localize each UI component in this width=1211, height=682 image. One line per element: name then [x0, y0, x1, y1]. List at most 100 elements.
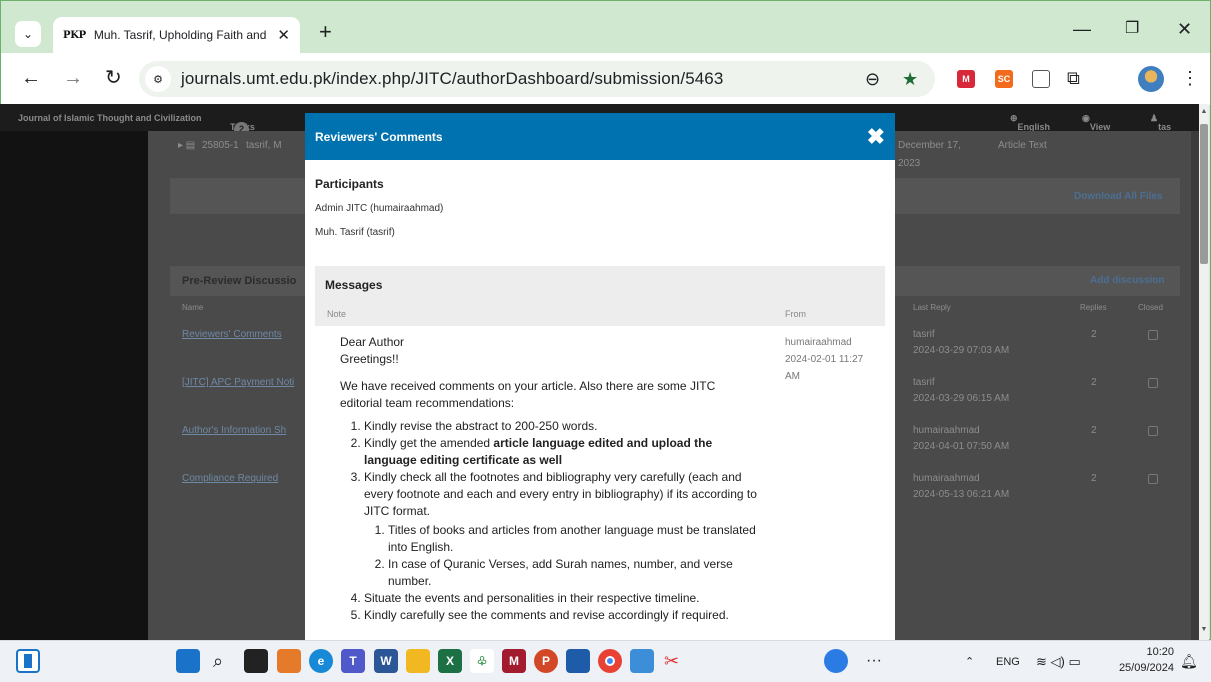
discussion-replies: 2: [1091, 473, 1097, 484]
file-row-icon[interactable]: ▸ ▤: [178, 140, 195, 151]
mendeley-icon[interactable]: M: [502, 649, 526, 673]
browser-tab[interactable]: PKP Muh. Tasrif, Upholding Faith and Rel…: [53, 17, 300, 53]
photos-icon[interactable]: [566, 649, 590, 673]
windows-taskbar: ⌕ e T W X ♧ M P ✂ ··· ⌃ ENG ≋ ◁) ▭ 10:20…: [0, 640, 1211, 682]
close-window-icon[interactable]: ✕: [1177, 19, 1192, 39]
discussion-last-user: tasrif: [913, 329, 935, 340]
file-explorer-icon[interactable]: [406, 649, 430, 673]
snipping-tool-icon[interactable]: ✂: [664, 650, 679, 672]
discussion-closed-checkbox[interactable]: [1148, 474, 1158, 484]
reviewers-comments-modal: Reviewers' Comments ✖ Participants Admin…: [305, 113, 895, 640]
recommendation-item: Kindly revise the abstract to 200-250 wo…: [364, 418, 760, 435]
sidebar: [0, 131, 148, 640]
site-info-icon[interactable]: ⚙: [145, 66, 171, 92]
discussion-link[interactable]: [JITC] APC Payment Noti: [182, 377, 294, 388]
file-date: December 17,: [898, 140, 961, 151]
widgets-icon[interactable]: [16, 649, 40, 673]
profile-avatar[interactable]: [1138, 66, 1164, 92]
download-all-files-link[interactable]: Download All Files: [1074, 191, 1163, 202]
close-icon[interactable]: ✖: [867, 125, 885, 148]
messages-section: Messages Note From Dear Author Greetings…: [315, 266, 885, 640]
zoom-icon[interactable]: ⊖: [865, 69, 880, 90]
discussion-last-user: humairaahmad: [913, 473, 980, 484]
input-language[interactable]: ENG: [996, 656, 1020, 668]
file-year: 2023: [898, 158, 921, 169]
clock-date[interactable]: 25/09/2024: [1112, 662, 1174, 674]
extensions-icon[interactable]: ⧉: [1067, 67, 1080, 89]
language-menu[interactable]: ⊕ English: [1010, 113, 1050, 132]
journal-name[interactable]: Journal of Islamic Thought and Civilizat…: [18, 113, 202, 123]
wifi-volume-battery-icon[interactable]: ≋ ◁) ▭: [1036, 654, 1081, 670]
discussion-link[interactable]: Author's Information Sh: [182, 425, 286, 436]
recommendation-item: Kindly get the amended article language …: [364, 435, 760, 469]
app-icon[interactable]: ♧: [470, 649, 494, 673]
participant-item: Muh. Tasrif (tasrif): [315, 227, 395, 238]
recommendation-item: Kindly check all the footnotes and bibli…: [364, 469, 760, 590]
col-last-reply: Last Reply: [913, 303, 951, 312]
copilot-icon[interactable]: [277, 649, 301, 673]
tab-title: Muh. Tasrif, Upholding Faith and Relig: [93, 28, 270, 42]
page-scrollbar[interactable]: ▲ ▼: [1199, 104, 1209, 640]
discussion-last-user: tasrif: [913, 377, 935, 388]
word-icon[interactable]: W: [374, 649, 398, 673]
search-icon[interactable]: ⌕: [213, 650, 223, 672]
back-icon[interactable]: ←: [21, 67, 41, 89]
scroll-down-icon[interactable]: ▼: [1199, 626, 1209, 633]
recommendation-item: Situate the events and personalities in …: [364, 590, 760, 607]
participant-item: Admin JITC (humairaahmad): [315, 203, 444, 214]
messages-header: Messages Note From: [315, 266, 885, 326]
task-view-icon[interactable]: [244, 649, 268, 673]
powerpoint-icon[interactable]: P: [534, 649, 558, 673]
discussion-replies: 2: [1091, 377, 1097, 388]
modal-header: Reviewers' Comments ✖: [305, 113, 895, 160]
discussion-link[interactable]: Reviewers' Comments: [182, 329, 282, 340]
discussion-closed-checkbox[interactable]: [1148, 378, 1158, 388]
app-window-icon[interactable]: [630, 649, 654, 673]
bookmark-star-icon[interactable]: ★: [902, 69, 918, 90]
col-closed: Closed: [1138, 303, 1163, 312]
reader-extension-icon[interactable]: [1032, 70, 1050, 88]
recommendation-sublist: Titles of books and articles from anothe…: [364, 522, 760, 590]
start-icon[interactable]: [176, 649, 200, 673]
file-name[interactable]: tasrif, M: [246, 140, 282, 151]
teams-icon[interactable]: T: [341, 649, 365, 673]
restore-icon[interactable]: ❐: [1125, 19, 1139, 39]
discussion-replies: 2: [1091, 329, 1097, 340]
tray-overflow-icon[interactable]: ⌃: [965, 655, 974, 668]
recommendation-list: Kindly revise the abstract to 200-250 wo…: [340, 418, 760, 624]
scite-extension-icon[interactable]: SC: [995, 70, 1013, 88]
more-apps-icon[interactable]: ···: [866, 650, 882, 672]
discussion-replies: 2: [1091, 425, 1097, 436]
pkp-favicon-icon: PKP: [63, 29, 86, 41]
notification-bell-icon[interactable]: 🔔︎: [1180, 653, 1198, 670]
close-tab-icon[interactable]: ✕: [277, 26, 290, 44]
tab-search-icon[interactable]: ⌄: [15, 21, 41, 47]
mendeley-extension-icon[interactable]: M: [957, 70, 975, 88]
excel-icon[interactable]: X: [438, 649, 462, 673]
forward-icon[interactable]: →: [63, 67, 83, 89]
discussion-closed-checkbox[interactable]: [1148, 426, 1158, 436]
user-menu[interactable]: ♟ tas: [1150, 113, 1171, 132]
tab-bar: ⌄ PKP Muh. Tasrif, Upholding Faith and R…: [1, 1, 1210, 53]
reload-icon[interactable]: ↻: [105, 67, 122, 89]
add-discussion-link[interactable]: Add discussion: [1090, 275, 1164, 286]
message-from-user: humairaahmad: [785, 337, 852, 348]
chrome-icon[interactable]: [598, 649, 622, 673]
chrome-active-icon[interactable]: [824, 649, 848, 673]
menu-kebab-icon[interactable]: ⋮: [1181, 67, 1199, 89]
clock-time[interactable]: 10:20: [1124, 646, 1174, 658]
message-greeting: Greetings!!: [340, 352, 399, 366]
edge-icon[interactable]: e: [309, 649, 333, 673]
minimize-icon[interactable]: —: [1073, 19, 1091, 39]
new-tab-icon[interactable]: +: [319, 21, 332, 43]
discussion-closed-checkbox[interactable]: [1148, 330, 1158, 340]
scroll-thumb[interactable]: [1200, 124, 1208, 264]
discussion-link[interactable]: Compliance Required: [182, 473, 278, 484]
browser-toolbar: ← → ↻ ⚙ journals.umt.edu.pk/index.php/JI…: [1, 53, 1210, 105]
scroll-up-icon[interactable]: ▲: [1199, 108, 1209, 115]
url-text[interactable]: journals.umt.edu.pk/index.php/JITC/autho…: [181, 69, 723, 89]
message-note: Dear Author Greetings!! We have received…: [340, 334, 760, 624]
address-bar[interactable]: ⚙ journals.umt.edu.pk/index.php/JITC/aut…: [139, 61, 935, 97]
recommendation-subitem: In case of Quranic Verses, add Surah nam…: [388, 556, 760, 590]
view-site-link[interactable]: ◉ View Site: [1082, 113, 1110, 142]
